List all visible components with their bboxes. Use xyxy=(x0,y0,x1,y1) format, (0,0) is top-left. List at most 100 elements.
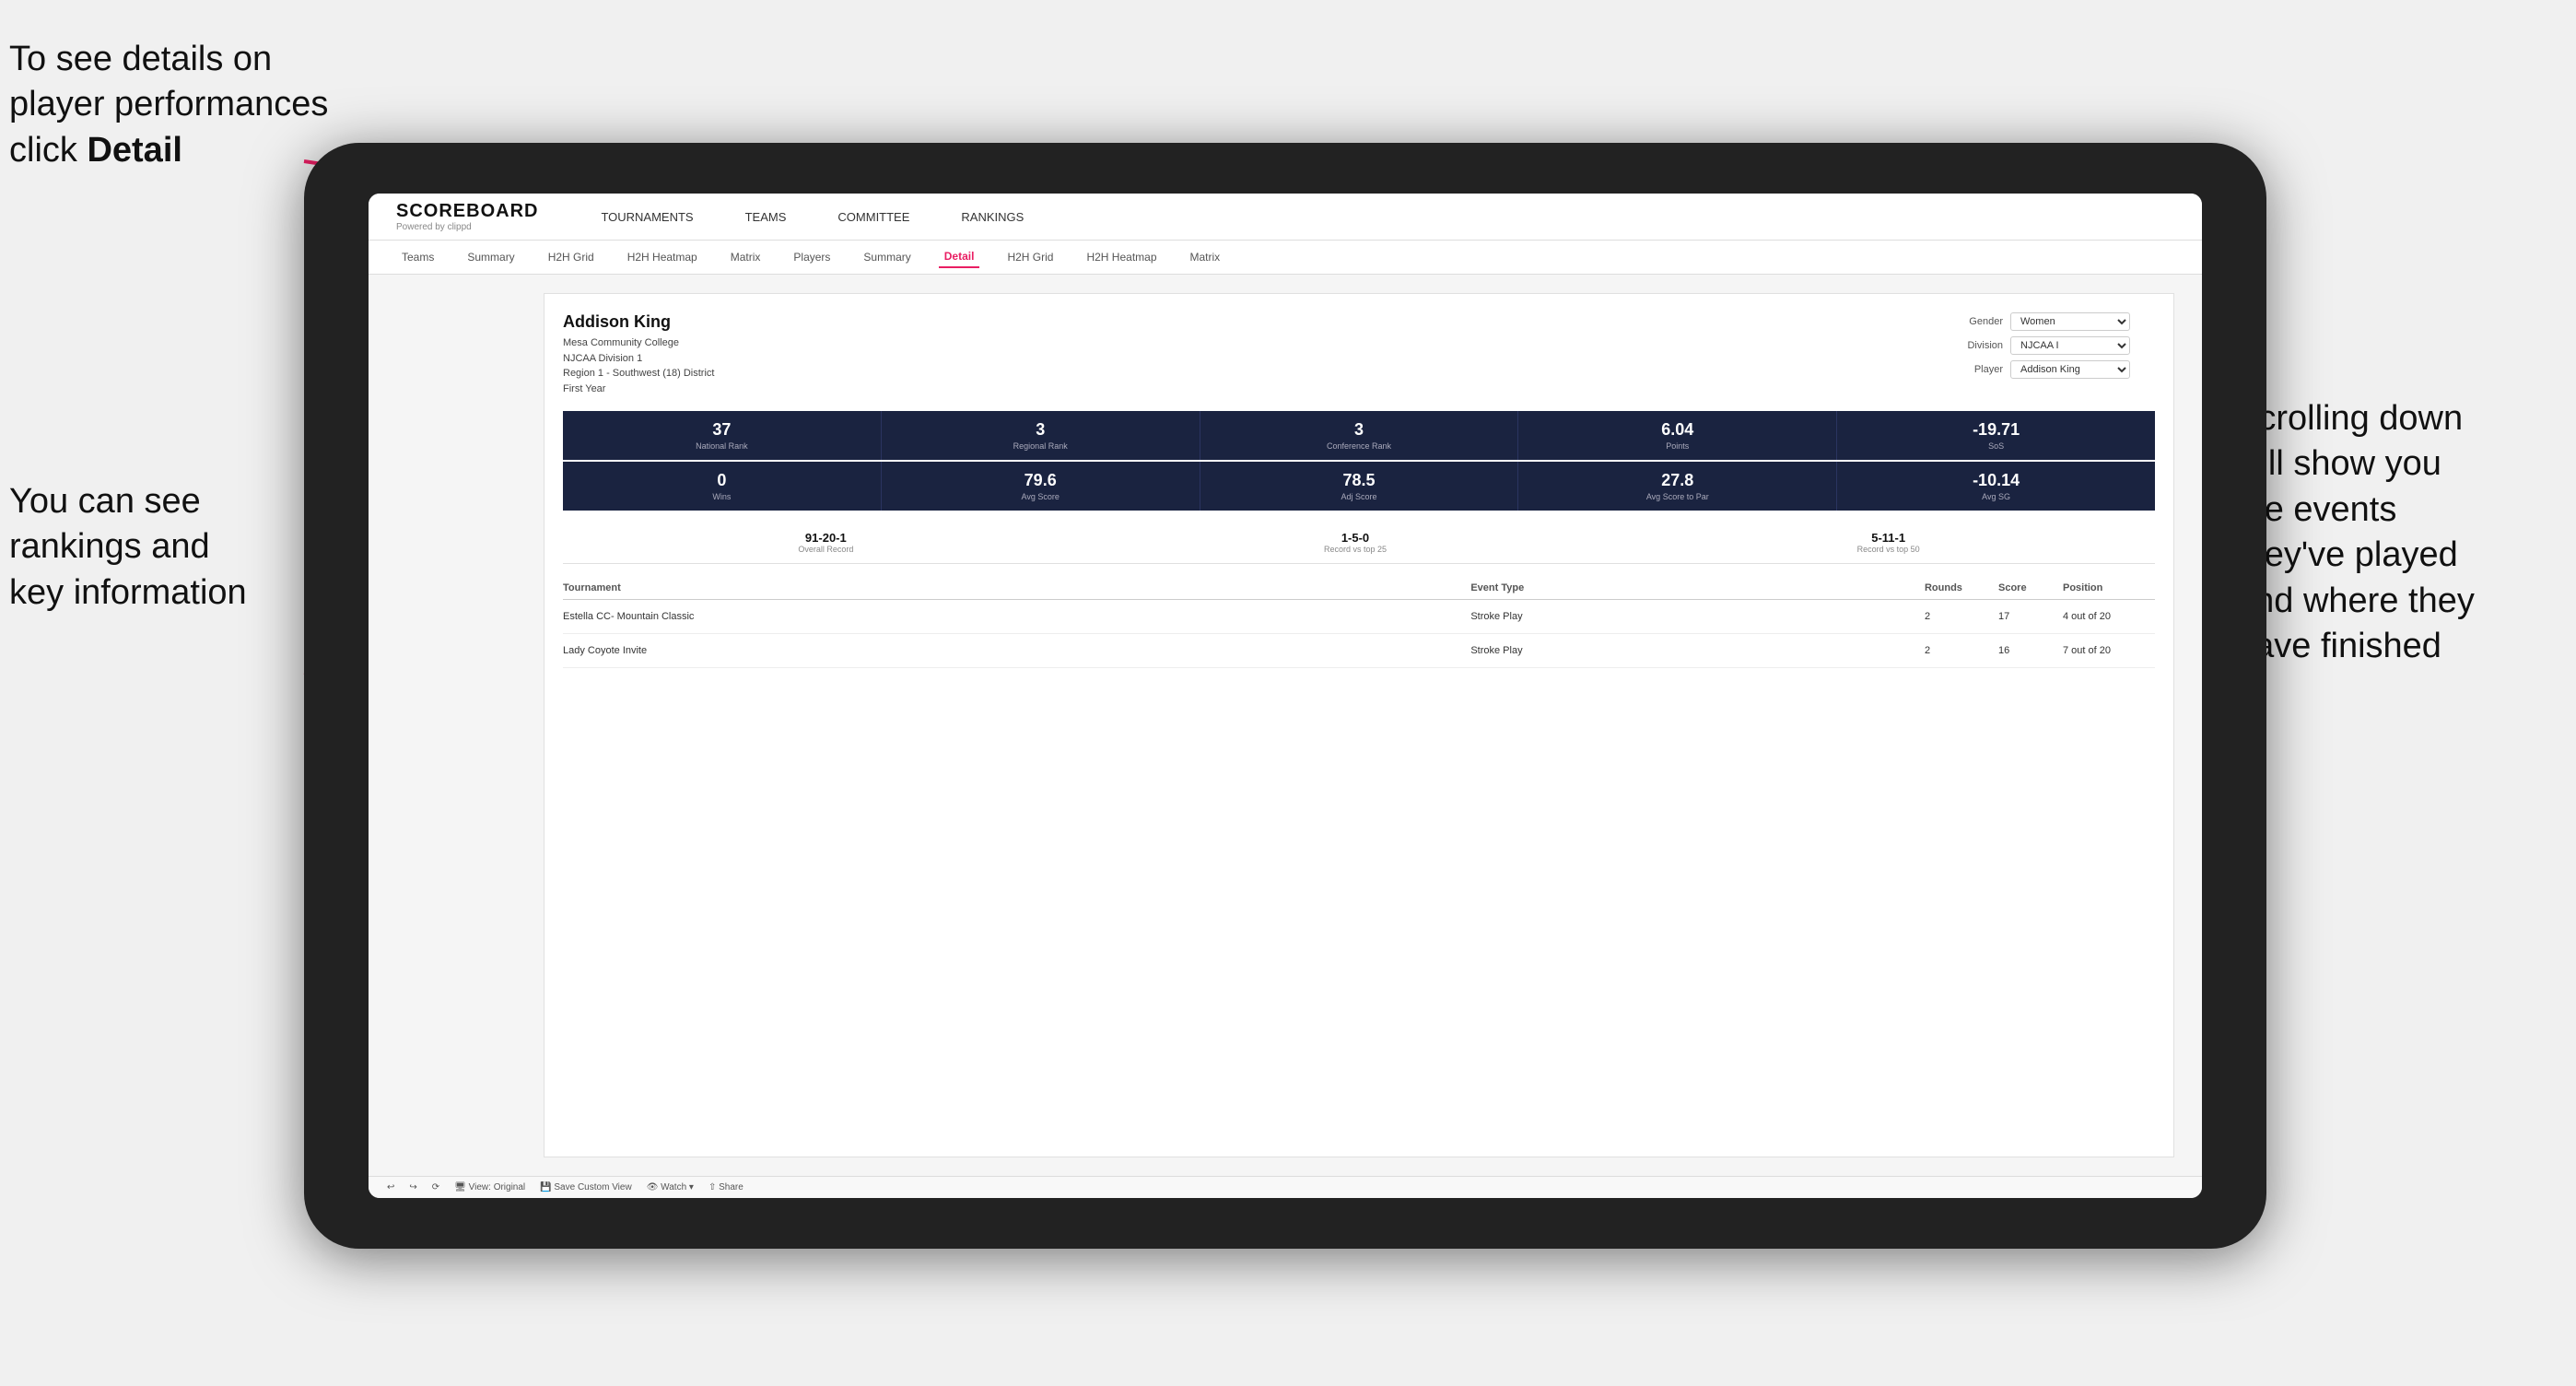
refresh-btn[interactable]: ⟳ xyxy=(432,1182,439,1192)
logo-title: SCOREBOARD xyxy=(396,201,538,222)
logo-subtitle: Powered by clippd xyxy=(396,222,538,232)
player-select[interactable]: Addison King xyxy=(2010,360,2130,379)
stats-row-2: 0 Wins 79.6 Avg Score 78.5 Adj Score 27.8Avg S… xyxy=(563,462,2155,511)
view-original-btn[interactable]: 🖥 View: Original xyxy=(454,1182,525,1192)
sub-nav-h2h-heatmap[interactable]: H2H Heatmap xyxy=(622,247,703,267)
stat-value: 3 xyxy=(889,420,1192,440)
stat-cell: 79.6 Avg Score xyxy=(882,462,1200,511)
stat-value: 3 xyxy=(1208,420,1511,440)
stat-label: Conference Rank xyxy=(1208,441,1511,451)
stat-value: 6.04 xyxy=(1526,420,1829,440)
stat-value: -10.14 xyxy=(1844,471,2148,490)
stat-label: Wins xyxy=(570,492,873,501)
stat-value: 0 xyxy=(570,471,873,490)
table-row[interactable]: Lady Coyote Invite Stroke Play 2 16 7 ou… xyxy=(563,634,2155,668)
stat-cell: 3Conference Rank xyxy=(1200,411,1519,460)
annotation-top-left: To see details on player performances cl… xyxy=(9,37,350,173)
table-header: Tournament Event Type Rounds Score Posit… xyxy=(563,577,2155,600)
tablet-frame: SCOREBOARD Powered by clippd TOURNAMENTS… xyxy=(304,143,2266,1249)
col-rounds: Rounds xyxy=(1925,582,1998,593)
annotation-line3-bold: Detail xyxy=(87,131,181,170)
stat-cell: 3Regional Rank xyxy=(882,411,1200,460)
watch-btn[interactable]: 👁 Watch ▾ xyxy=(647,1182,694,1192)
col-tournament: Tournament xyxy=(563,582,1470,593)
sub-nav: Teams Summary H2H Grid H2H Heatmap Matri… xyxy=(369,241,2202,275)
sub-nav-matrix[interactable]: Matrix xyxy=(725,247,767,267)
bottom-toolbar: ↩ ↪ ⟳ 🖥 View: Original 💾 Save Custom Vie… xyxy=(369,1176,2202,1198)
nav-bar: SCOREBOARD Powered by clippd TOURNAMENTS… xyxy=(369,194,2202,241)
stat-label: Avg SG xyxy=(1844,492,2148,501)
rounds: 2 xyxy=(1925,611,1998,622)
tablet-screen: SCOREBOARD Powered by clippd TOURNAMENTS… xyxy=(369,194,2202,1198)
event-type: Stroke Play xyxy=(1470,611,1925,622)
annotation-bottom-left: You can see rankings and key information xyxy=(9,479,313,616)
player-name: Addison King xyxy=(563,312,714,332)
annotation-right: Scrolling down will show you the events … xyxy=(2235,396,2567,669)
player-controls: Gender Women Men Division NJCAA I NJCAA … xyxy=(1952,312,2155,379)
player-info: Addison King Mesa Community College NJCA… xyxy=(563,312,714,396)
rounds: 2 xyxy=(1925,645,1998,656)
stat-label: Avg Score to Par xyxy=(1526,492,1829,501)
share-btn[interactable]: ⇧ Share xyxy=(708,1182,744,1192)
nav-rankings[interactable]: RANKINGS xyxy=(954,206,1031,228)
stat-value: -19.71 xyxy=(1844,420,2148,440)
score: 16 xyxy=(1998,645,2063,656)
undo-btn[interactable]: ↩ xyxy=(387,1182,394,1192)
record-label: Overall Record xyxy=(798,545,853,554)
content-panel: Addison King Mesa Community College NJCA… xyxy=(544,293,2174,1157)
sub-nav-summary2[interactable]: Summary xyxy=(858,247,916,267)
stat-value: 79.6 xyxy=(889,471,1192,490)
player-label: Player xyxy=(1952,364,2003,375)
record-label: Record vs top 25 xyxy=(1324,545,1387,554)
player-control: Player Addison King xyxy=(1952,360,2155,379)
division-control: Division NJCAA I NJCAA II xyxy=(1952,336,2155,355)
main-content: Addison King Mesa Community College NJCA… xyxy=(369,275,2202,1176)
stat-label: Avg Score xyxy=(889,492,1192,501)
sub-nav-teams[interactable]: Teams xyxy=(396,247,439,267)
stat-label: National Rank xyxy=(570,441,873,451)
record-item: 5-11-1Record vs top 50 xyxy=(1857,531,1920,554)
sub-nav-h2h-grid[interactable]: H2H Grid xyxy=(543,247,600,267)
stats-row-1: 37National Rank3Regional Rank3Conference… xyxy=(563,411,2155,460)
annotation-line1: To see details on xyxy=(9,40,272,78)
stat-label: Adj Score xyxy=(1208,492,1511,501)
position: 4 out of 20 xyxy=(2063,611,2155,622)
player-school: Mesa Community College xyxy=(563,335,714,351)
record-item: 91-20-1Overall Record xyxy=(798,531,853,554)
stat-label: Points xyxy=(1526,441,1829,451)
sub-nav-h2h-grid2[interactable]: H2H Grid xyxy=(1001,247,1059,267)
records-row: 91-20-1Overall Record 1-5-0Record vs top … xyxy=(563,522,2155,564)
sub-nav-players[interactable]: Players xyxy=(788,247,836,267)
division-select[interactable]: NJCAA I NJCAA II xyxy=(2010,336,2130,355)
record-value: 91-20-1 xyxy=(798,531,853,545)
stat-cell: -10.14 Avg SG xyxy=(1837,462,2155,511)
redo-btn[interactable]: ↪ xyxy=(409,1182,416,1192)
stat-cell: 27.8Avg Score to Par xyxy=(1518,462,1837,511)
gender-control: Gender Women Men xyxy=(1952,312,2155,331)
nav-teams[interactable]: TEAMS xyxy=(738,206,794,228)
stat-value: 78.5 xyxy=(1208,471,1511,490)
nav-committee[interactable]: COMMITTEE xyxy=(830,206,917,228)
record-value: 1-5-0 xyxy=(1324,531,1387,545)
table-row[interactable]: Estella CC- Mountain Classic Stroke Play… xyxy=(563,600,2155,634)
tournament-name: Estella CC- Mountain Classic xyxy=(563,611,1470,622)
sub-nav-summary[interactable]: Summary xyxy=(462,247,520,267)
sub-nav-matrix2[interactable]: Matrix xyxy=(1185,247,1226,267)
sub-nav-detail[interactable]: Detail xyxy=(939,246,980,268)
stat-label: Regional Rank xyxy=(889,441,1192,451)
stat-label: SoS xyxy=(1844,441,2148,451)
nav-tournaments[interactable]: TOURNAMENTS xyxy=(593,206,700,228)
stat-cell: 0 Wins xyxy=(563,462,882,511)
player-division: NJCAA Division 1 xyxy=(563,351,714,367)
table-rows: Estella CC- Mountain Classic Stroke Play… xyxy=(563,600,2155,668)
stat-cell: 37National Rank xyxy=(563,411,882,460)
left-sidebar xyxy=(396,293,525,1157)
sub-nav-h2h-heatmap2[interactable]: H2H Heatmap xyxy=(1081,247,1162,267)
save-custom-view-btn[interactable]: 💾 Save Custom View xyxy=(540,1182,632,1192)
gender-select[interactable]: Women Men xyxy=(2010,312,2130,331)
annotation-line3-plain: click xyxy=(9,131,87,170)
annotation-right-line4: they've played xyxy=(2235,535,2458,574)
stat-cell: 78.5 Adj Score xyxy=(1200,462,1519,511)
player-year: First Year xyxy=(563,382,714,397)
annotation-bottom-line2: rankings and xyxy=(9,527,210,566)
